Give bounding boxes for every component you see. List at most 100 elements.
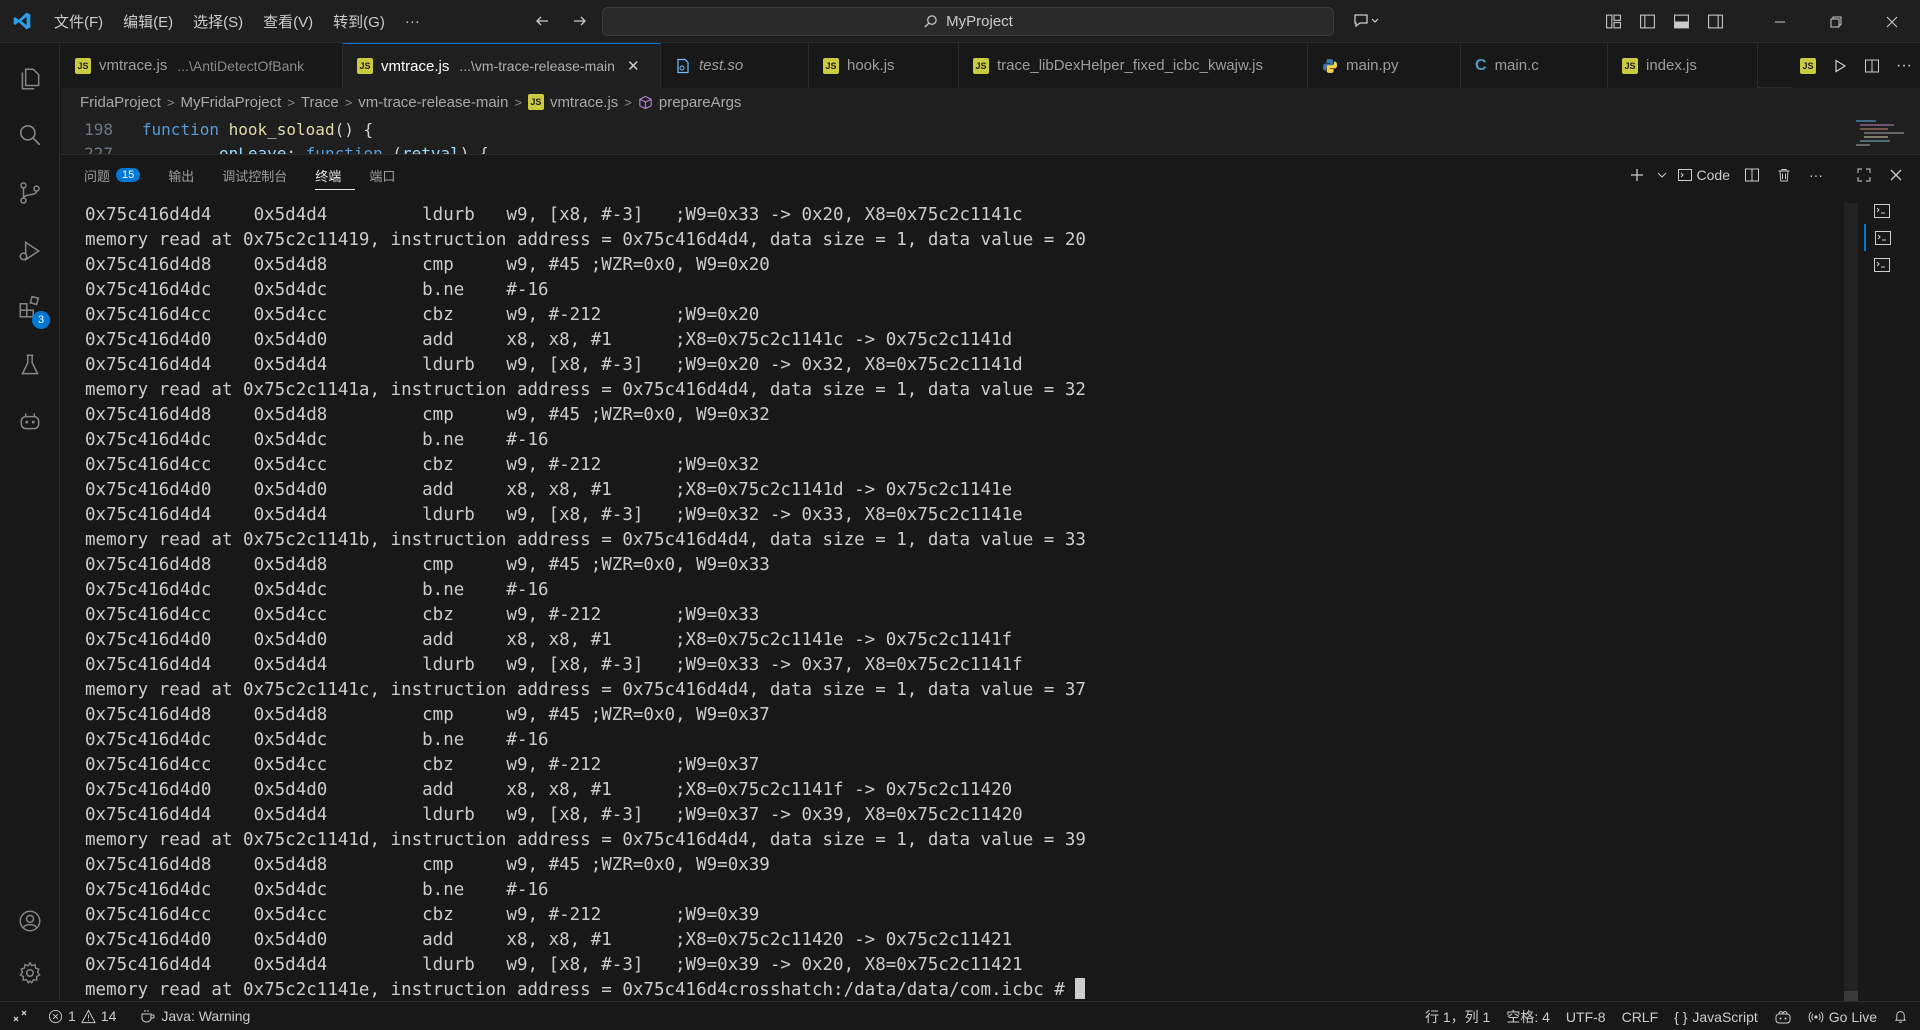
tab-main-c[interactable]: C main.c bbox=[1461, 43, 1608, 88]
breadcrumb-item[interactable]: prepareArgs bbox=[659, 94, 742, 111]
terminal-prompt-text: memory read at 0x75c2c1141e, instruction… bbox=[85, 980, 1076, 1000]
source-control-icon[interactable] bbox=[0, 165, 60, 221]
tab-index-js[interactable]: JS index.js bbox=[1608, 43, 1758, 88]
more-tabs-js-icon[interactable]: JS bbox=[1792, 43, 1824, 88]
language-mode[interactable]: { } JavaScript bbox=[1666, 1002, 1766, 1030]
terminal-output[interactable]: 0x75c416d4d4 0x5d4d4 ldurb w9, [x8, #-3]… bbox=[85, 203, 1895, 1003]
encoding[interactable]: UTF-8 bbox=[1558, 1002, 1614, 1030]
new-terminal-plus-icon[interactable] bbox=[1623, 161, 1651, 189]
terminal-line: memory read at 0x75c2c1141a, instruction… bbox=[85, 380, 1086, 400]
tab-vmtrace-antidetect[interactable]: JS vmtrace.js ...\AntiDetectOfBank bbox=[61, 43, 343, 88]
js-file-icon: JS bbox=[973, 57, 989, 74]
run-icon[interactable] bbox=[1824, 43, 1856, 88]
toggle-primary-sidebar-icon[interactable] bbox=[1630, 0, 1664, 43]
remote-indicator-icon[interactable] bbox=[0, 1002, 40, 1030]
tab-output[interactable]: 输出 bbox=[168, 155, 208, 195]
breadcrumb-item[interactable]: Trace bbox=[301, 94, 339, 111]
settings-gear-icon[interactable] bbox=[0, 945, 60, 1001]
menu-go[interactable]: 转到(G) bbox=[323, 6, 395, 36]
end-of-line[interactable]: CRLF bbox=[1614, 1002, 1667, 1030]
terminal-scrollbar[interactable] bbox=[1844, 203, 1858, 1015]
terminal-line: 0x75c416d4cc 0x5d4cc cbz w9, #-212 ;W9=0… bbox=[85, 905, 760, 925]
terminal-instance-icon[interactable] bbox=[1864, 224, 1900, 251]
search-view-icon[interactable] bbox=[0, 107, 60, 163]
coffee-cup-icon bbox=[141, 1010, 155, 1023]
tab-problems[interactable]: 问题 15 bbox=[84, 155, 154, 195]
method-cube-icon bbox=[639, 95, 652, 109]
close-icon[interactable]: ✕ bbox=[627, 57, 640, 75]
minimap[interactable] bbox=[1856, 118, 1906, 152]
restore-icon[interactable] bbox=[1808, 0, 1864, 43]
toggle-panel-icon[interactable] bbox=[1664, 0, 1698, 43]
chevron-right-icon: > bbox=[287, 94, 295, 110]
back-arrow-icon[interactable] bbox=[530, 9, 554, 33]
split-editor-icon[interactable] bbox=[1856, 43, 1888, 88]
tab-hook-js[interactable]: JS hook.js bbox=[809, 43, 959, 88]
more-actions-icon[interactable]: ··· bbox=[1802, 161, 1830, 189]
tab-terminal[interactable]: 终端 bbox=[315, 160, 355, 190]
problems-status[interactable]: 1 14 bbox=[40, 1002, 124, 1030]
tab-vmtrace-release-main[interactable]: JS vmtrace.js ...\vm-trace-release-main … bbox=[343, 43, 661, 88]
tab-test-so[interactable]: test.so bbox=[661, 43, 809, 88]
terminal-line: 0x75c416d4d4 0x5d4d4 ldurb w9, [x8, #-3]… bbox=[85, 655, 1023, 675]
tab-ports[interactable]: 端口 bbox=[369, 155, 409, 195]
extensions-badge: 3 bbox=[32, 311, 50, 329]
terminal-line: 0x75c416d4dc 0x5d4dc b.ne #-16 bbox=[85, 730, 549, 750]
breadcrumb-item[interactable]: vm-trace-release-main bbox=[358, 94, 508, 111]
tab-main-py[interactable]: main.py bbox=[1308, 43, 1461, 88]
menu-selection[interactable]: 选择(S) bbox=[183, 6, 253, 36]
js-file-icon: JS bbox=[527, 94, 544, 110]
tab-trace-libdexhelper[interactable]: JS trace_libDexHelper_fixed_icbc_kwajw.j… bbox=[959, 43, 1308, 88]
customize-layout-icon[interactable] bbox=[1596, 0, 1630, 43]
menu-more[interactable]: ··· bbox=[395, 6, 430, 36]
close-window-icon[interactable] bbox=[1864, 0, 1920, 43]
more-actions-icon[interactable]: ··· bbox=[1888, 43, 1920, 88]
trash-icon[interactable] bbox=[1770, 161, 1798, 189]
indentation[interactable]: 空格: 4 bbox=[1498, 1002, 1558, 1030]
go-live-button[interactable]: Go Live bbox=[1800, 1002, 1885, 1030]
broadcast-icon bbox=[1808, 1011, 1824, 1022]
terminal-instance-icon[interactable] bbox=[1864, 251, 1900, 278]
extensions-icon[interactable]: 3 bbox=[0, 279, 60, 335]
editor-sticky-lines: 198 function hook_soload() { 227 onLeave… bbox=[61, 116, 1920, 154]
cursor-position[interactable]: 行 1，列 1 bbox=[1417, 1002, 1498, 1030]
run-debug-icon[interactable] bbox=[0, 223, 60, 279]
accounts-icon[interactable] bbox=[0, 893, 60, 949]
copilot-icon[interactable] bbox=[0, 393, 60, 449]
minimize-icon[interactable] bbox=[1752, 0, 1808, 43]
testing-icon[interactable] bbox=[0, 337, 60, 393]
terminal-line: 0x75c416d4d8 0x5d4d8 cmp w9, #45 ;WZR=0x… bbox=[85, 705, 770, 725]
command-center-search[interactable]: MyProject bbox=[602, 7, 1334, 36]
close-panel-icon[interactable] bbox=[1882, 161, 1910, 189]
breadcrumb: FridaProject > MyFridaProject > Trace > … bbox=[61, 88, 1920, 116]
terminal-line: 0x75c416d4d4 0x5d4d4 ldurb w9, [x8, #-3]… bbox=[85, 805, 1023, 825]
code-line[interactable]: 227 onLeave: function (retval) { bbox=[61, 141, 489, 155]
menu-edit[interactable]: 编辑(E) bbox=[113, 6, 183, 36]
breadcrumb-item[interactable]: vmtrace.js bbox=[550, 94, 618, 111]
copilot-status-icon[interactable] bbox=[1766, 1002, 1800, 1030]
warning-icon bbox=[80, 1008, 96, 1023]
toggle-secondary-sidebar-icon[interactable] bbox=[1698, 0, 1732, 43]
terminal-line: 0x75c416d4dc 0x5d4dc b.ne #-16 bbox=[85, 580, 549, 600]
terminal-line: 0x75c416d4dc 0x5d4dc b.ne #-16 bbox=[85, 430, 549, 450]
tab-debug-console[interactable]: 调试控制台 bbox=[222, 155, 301, 195]
terminal-line: 0x75c416d4d8 0x5d4d8 cmp w9, #45 ;WZR=0x… bbox=[85, 255, 770, 275]
split-terminal-icon[interactable] bbox=[1738, 161, 1766, 189]
terminal-instance-icon[interactable] bbox=[1864, 197, 1900, 224]
menu-file[interactable]: 文件(F) bbox=[44, 6, 113, 36]
forward-arrow-icon[interactable] bbox=[568, 9, 592, 33]
terminal-line: 0x75c416d4d0 0x5d4d0 add x8, x8, #1 ;X8=… bbox=[85, 330, 1013, 350]
breadcrumb-item[interactable]: MyFridaProject bbox=[180, 94, 281, 111]
terminal-line: 0x75c416d4d4 0x5d4d4 ldurb w9, [x8, #-3]… bbox=[85, 205, 1023, 225]
menu-view[interactable]: 查看(V) bbox=[253, 6, 323, 36]
copilot-chat-icon[interactable] bbox=[1346, 0, 1386, 43]
chevron-down-icon[interactable] bbox=[1655, 161, 1669, 189]
maximize-panel-icon[interactable] bbox=[1850, 161, 1878, 189]
terminal-profile-button[interactable]: Code bbox=[1673, 161, 1734, 189]
java-status[interactable]: Java: Warning bbox=[132, 1002, 258, 1030]
explorer-icon[interactable] bbox=[0, 51, 60, 107]
notifications-bell-icon[interactable] bbox=[1885, 1002, 1920, 1030]
c-file-icon: C bbox=[1475, 56, 1487, 74]
breadcrumb-item[interactable]: FridaProject bbox=[80, 94, 161, 111]
code-line[interactable]: 198 function hook_soload() { bbox=[61, 117, 373, 141]
